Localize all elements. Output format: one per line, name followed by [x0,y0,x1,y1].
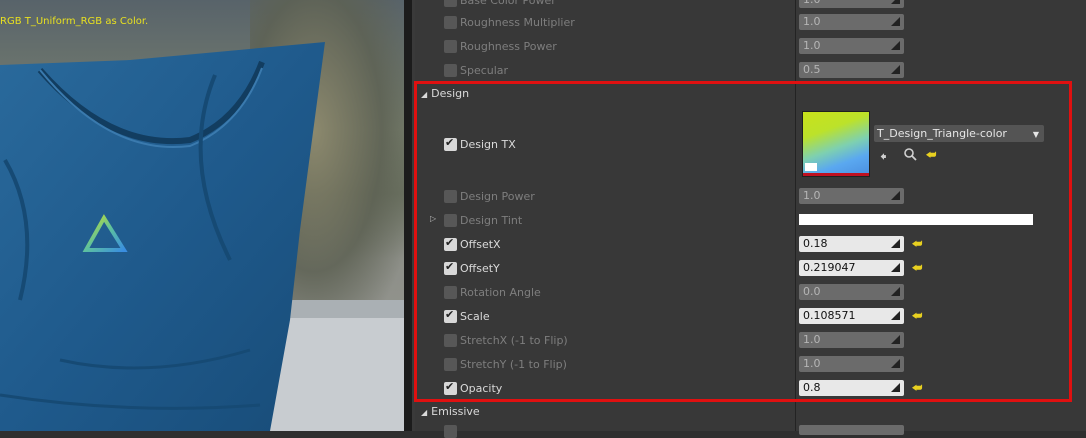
base-color-power-label: Base Color Power [460,0,556,7]
partial-value-field[interactable] [799,425,904,435]
base-color-power-value: 1.0 [803,0,821,6]
roughness-power-value-field[interactable]: 1.0 [799,38,904,54]
specular-value-field[interactable]: 0.5 [799,62,904,78]
collapse-triangle-icon: ◢ [421,408,428,417]
roughness-multiplier-label: Roughness Multiplier [460,16,575,29]
viewport-message: RGB T_Uniform_RGB as Color. [0,16,149,27]
highlight-box [414,81,1072,402]
category-emissive-label: Emissive [431,405,480,418]
specular-value: 0.5 [803,63,821,76]
roughness-power-label: Roughness Power [460,40,557,53]
roughness-power-checkbox[interactable] [444,40,457,53]
category-emissive[interactable]: ◢ Emissive [421,405,480,418]
roughness-multiplier-value-field[interactable]: 1.0 [799,14,904,30]
base-color-power-checkbox[interactable] [444,0,457,7]
roughness-multiplier-value: 1.0 [803,15,821,28]
specular-label: Specular [460,64,509,77]
roughness-power-value: 1.0 [803,39,821,52]
specular-checkbox[interactable] [444,64,457,77]
roughness-multiplier-checkbox[interactable] [444,16,457,29]
tshirt-mesh [0,42,325,431]
base-color-power-value-field[interactable]: 1.0 [799,0,904,8]
partial-checkbox[interactable] [444,425,457,438]
viewport[interactable]: RGB T_Uniform_RGB as Color. [0,0,404,431]
splitter[interactable] [404,0,412,431]
